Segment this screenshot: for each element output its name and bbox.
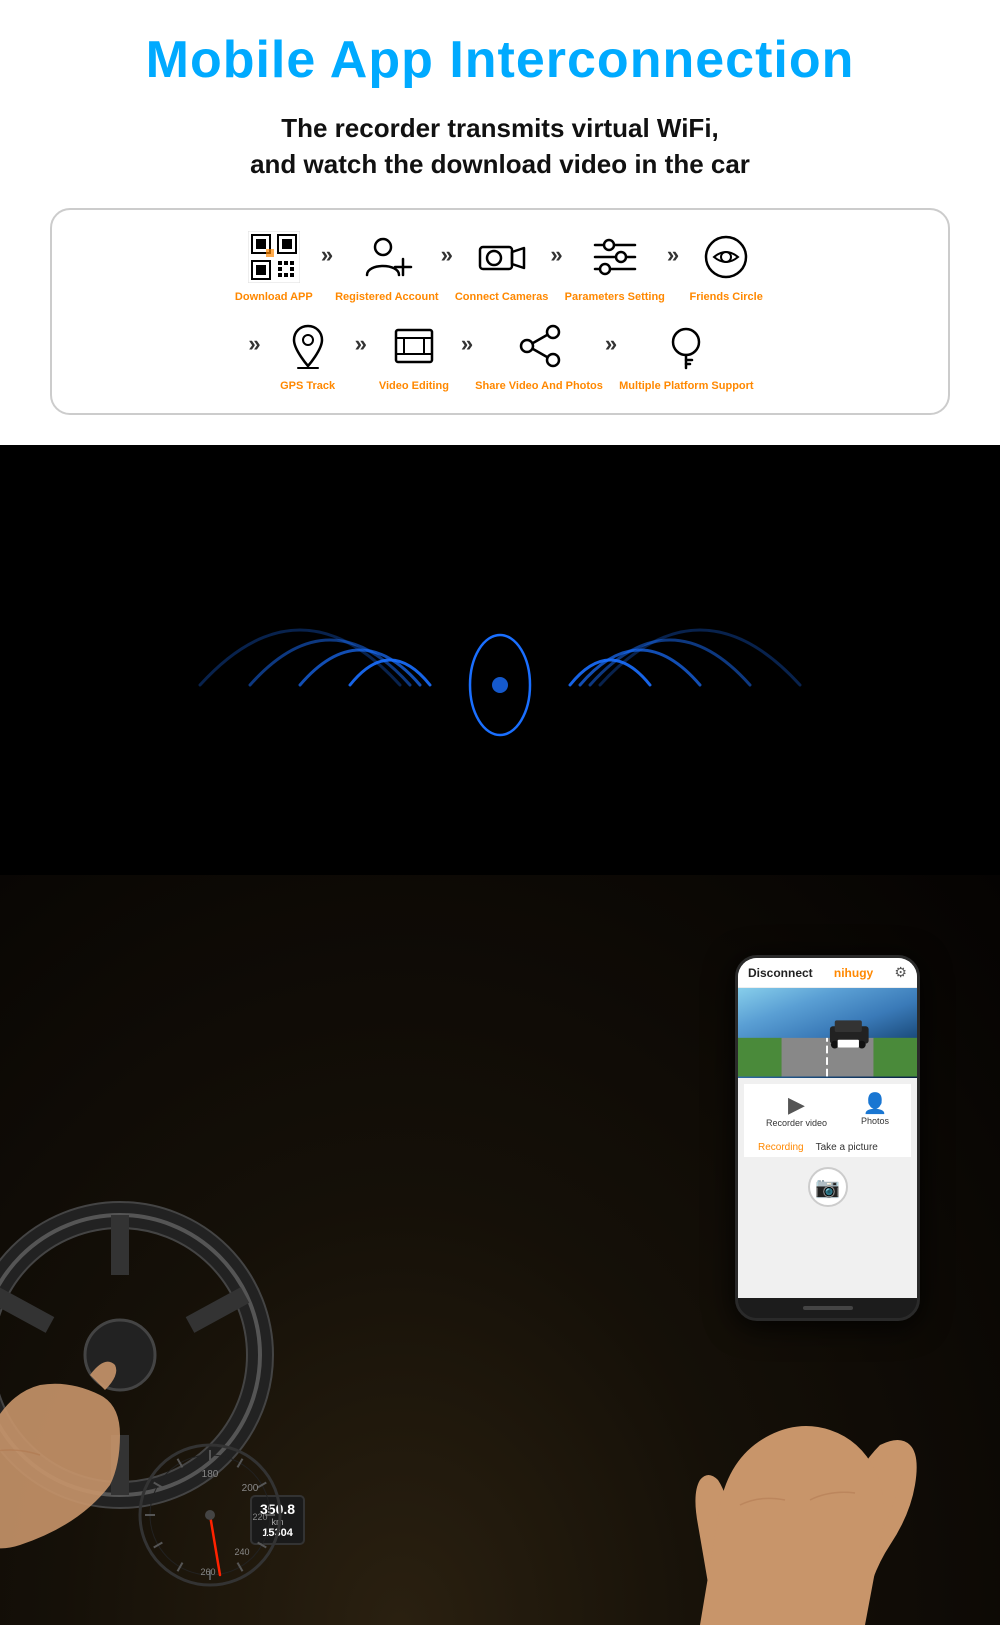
username: nihugy — [834, 966, 873, 980]
capture-button[interactable]: 📷 — [808, 1167, 848, 1207]
step-share-video-label: Share Video And Photos — [475, 380, 603, 393]
settings-icon[interactable]: ⚙ — [894, 964, 907, 981]
video-edit-icon — [384, 319, 444, 374]
recording-row: Recording Take a picture — [744, 1138, 911, 1157]
arrow-5: » — [248, 331, 260, 357]
arrow-6: » — [355, 331, 367, 357]
step-multi-platform-label: Multiple Platform Support — [619, 380, 753, 393]
svg-text:260: 260 — [200, 1567, 215, 1577]
steps-row-2: » GPS Track » — [67, 319, 933, 393]
qr-icon — [244, 230, 304, 285]
gps-icon — [278, 319, 338, 374]
svg-text:220: 220 — [252, 1512, 267, 1522]
phone-action-buttons: ▶ Recorder video 👤 Photos — [744, 1084, 911, 1138]
step-gps-track-label: GPS Track — [280, 380, 335, 393]
arrow-2: » — [441, 242, 453, 268]
step-download-app: Download APP — [229, 230, 319, 304]
recorder-video-btn[interactable]: ▶ Recorder video — [766, 1094, 827, 1128]
steps-row-1: Download APP » Registered Account — [67, 230, 933, 304]
disconnect-btn[interactable]: Disconnect — [748, 966, 813, 980]
steps-box: Download APP » Registered Account — [50, 208, 950, 415]
top-section: Mobile App Interconnection The recorder … — [0, 0, 1000, 445]
bottom-section: 350.8 km 15304 — [0, 445, 1000, 1625]
step-parameters-setting-label: Parameters Setting — [565, 291, 665, 304]
svg-text:200: 200 — [242, 1483, 259, 1494]
phone-mockup: Disconnect nihugy ⚙ — [735, 955, 920, 1321]
recording-label: Recording — [758, 1142, 804, 1153]
page-title: Mobile App Interconnection — [20, 30, 980, 90]
road-scene — [738, 988, 917, 1078]
sliders-icon — [585, 230, 645, 285]
phone-home-bar — [738, 1298, 917, 1318]
key-icon — [656, 319, 716, 374]
svg-text:180: 180 — [202, 1469, 219, 1480]
step-gps-track: GPS Track — [263, 319, 353, 393]
phone-header: Disconnect nihugy ⚙ — [738, 958, 917, 988]
capture-area: 📷 — [738, 1157, 917, 1217]
take-picture-label: Take a picture — [816, 1142, 878, 1153]
phone-screen: Disconnect nihugy ⚙ — [738, 958, 917, 1298]
step-connect-cameras: Connect Cameras — [455, 230, 549, 304]
search-circle-icon — [696, 230, 756, 285]
step-registered-account: Registered Account — [335, 230, 439, 304]
step-friends-circle-label: Friends Circle — [689, 291, 762, 304]
step-download-app-label: Download APP — [235, 291, 313, 304]
step-video-editing-label: Video Editing — [379, 380, 449, 393]
step-share-video: Share Video And Photos — [475, 319, 603, 393]
step-friends-circle: Friends Circle — [681, 230, 771, 304]
step-connect-cameras-label: Connect Cameras — [455, 291, 549, 304]
arrow-7: » — [461, 331, 473, 357]
arrow-3: » — [550, 242, 562, 268]
page-subtitle: The recorder transmits virtual WiFi, and… — [20, 110, 980, 183]
step-registered-account-label: Registered Account — [335, 291, 439, 304]
photos-btn[interactable]: 👤 Photos — [861, 1094, 889, 1128]
camera-icon — [472, 230, 532, 285]
step-parameters-setting: Parameters Setting — [565, 230, 665, 304]
dashboard-instruments: 180 200 220 240 260 — [130, 1435, 290, 1595]
svg-text:240: 240 — [234, 1547, 249, 1557]
phone-hand-area: Disconnect nihugy ⚙ — [600, 925, 980, 1625]
arrow-8: » — [605, 331, 617, 357]
arrow-4: » — [667, 242, 679, 268]
user-add-icon — [357, 230, 417, 285]
wifi-waves-svg — [150, 495, 850, 875]
left-dial: 180 200 220 240 260 — [130, 1435, 290, 1595]
video-thumbnail — [738, 988, 917, 1078]
share-icon — [509, 319, 569, 374]
step-video-editing: Video Editing — [369, 319, 459, 393]
step-multi-platform: Multiple Platform Support — [619, 319, 753, 393]
arrow-1: » — [321, 242, 333, 268]
